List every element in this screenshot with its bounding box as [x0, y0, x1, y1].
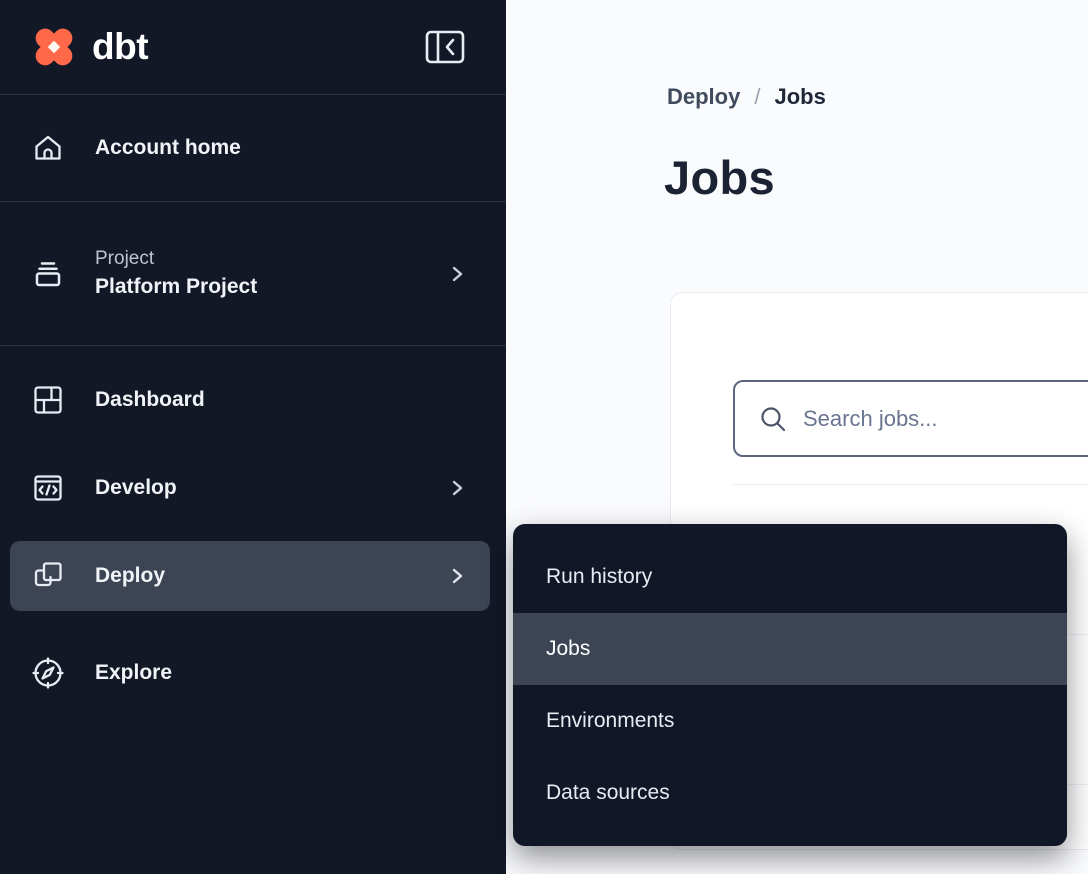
project-selector-text: Project Platform Project [95, 245, 257, 303]
project-name: Platform Project [95, 272, 257, 302]
sidebar-item-dashboard[interactable]: Dashboard [0, 356, 506, 444]
breadcrumb-deploy[interactable]: Deploy [667, 84, 740, 110]
dbt-logo-text: dbt [92, 26, 148, 68]
page-title: Jobs [664, 150, 775, 205]
breadcrumb-separator: / [754, 84, 760, 110]
sidebar-item-label: Deploy [95, 564, 165, 588]
chevron-right-icon [448, 567, 466, 585]
chevron-right-icon [448, 265, 466, 283]
sidebar: dbt Account home [0, 0, 506, 874]
sidebar-item-account-home[interactable]: Account home [0, 95, 506, 202]
chevron-right-icon [448, 479, 466, 497]
sidebar-item-label: Account home [95, 136, 241, 160]
sidebar-item-label: Explore [95, 661, 172, 685]
menu-item-jobs[interactable]: Jobs [513, 613, 1067, 685]
breadcrumb-jobs: Jobs [774, 84, 825, 110]
search-icon [759, 405, 787, 433]
sidebar-item-project[interactable]: Project Platform Project [0, 202, 506, 346]
collapse-sidebar-button[interactable] [424, 29, 466, 65]
sidebar-item-develop[interactable]: Develop [0, 444, 506, 532]
sidebar-header: dbt [0, 0, 506, 95]
search-jobs-input[interactable] [803, 406, 1088, 432]
menu-item-run-history[interactable]: Run history [513, 541, 1067, 613]
collapse-sidebar-icon [424, 29, 466, 65]
project-stack-icon [30, 256, 66, 292]
card-divider [733, 484, 1088, 485]
dbt-logo-mark-icon [28, 21, 80, 73]
home-icon [30, 130, 66, 166]
sidebar-item-deploy[interactable]: Deploy [0, 541, 506, 629]
menu-item-environments[interactable]: Environments [513, 685, 1067, 757]
menu-item-data-sources[interactable]: Data sources [513, 757, 1067, 829]
search-box[interactable] [733, 380, 1088, 457]
sidebar-nav: Dashboard Develop [0, 346, 506, 717]
deploy-squares-icon [30, 558, 66, 594]
breadcrumb: Deploy / Jobs [667, 84, 826, 110]
explore-compass-icon [30, 655, 66, 691]
sidebar-item-explore[interactable]: Explore [0, 629, 506, 717]
sidebar-item-label: Develop [95, 476, 177, 500]
dashboard-grid-icon [30, 382, 66, 418]
project-label: Project [95, 245, 257, 273]
deploy-submenu: Run history Jobs Environments Data sourc… [513, 524, 1067, 846]
develop-code-window-icon [30, 470, 66, 506]
dbt-logo[interactable]: dbt [28, 21, 148, 73]
sidebar-item-label: Dashboard [95, 388, 205, 412]
